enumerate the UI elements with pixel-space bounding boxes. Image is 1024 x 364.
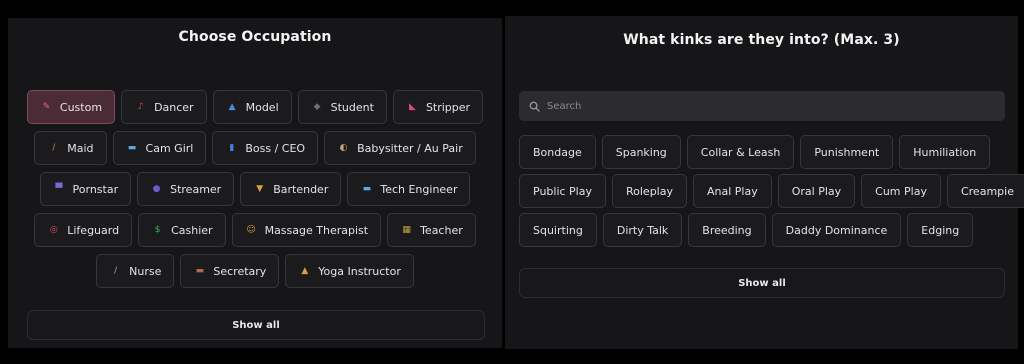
occupation-chip-student[interactable]: ◆ Student	[297, 90, 387, 124]
occupation-chip-label: Boss / CEO	[245, 141, 306, 155]
search-field[interactable]	[519, 91, 1005, 121]
kink-chip-squirting[interactable]: Squirting	[519, 213, 597, 247]
occupation-chip-label: Cam Girl	[145, 141, 194, 155]
money-icon: $	[154, 224, 161, 235]
occupation-chip-label: Student	[330, 100, 374, 114]
occupation-row: / Nurse ▬ Secretary ▲ Yoga Instructor	[8, 254, 502, 288]
occupation-chip-cashier[interactable]: $ Cashier	[138, 213, 226, 247]
occupation-chip-yoga-instructor[interactable]: ▲ Yoga Instructor	[285, 254, 414, 288]
high-heel-icon: ◣	[408, 101, 416, 112]
clapper-board-icon: ▀	[55, 183, 63, 194]
kink-chip-daddy-dominance[interactable]: Daddy Dominance	[771, 213, 902, 247]
occupation-chip-model[interactable]: ▲ Model	[212, 90, 292, 124]
laptop-icon: ▬	[127, 142, 137, 153]
occupation-chip-cam-girl[interactable]: ▬ Cam Girl	[112, 131, 207, 165]
occupation-panel: Choose Occupation ✎ Custom ♪ Dancer ▲ Model ◆ S…	[8, 18, 502, 348]
occupation-chip-label: Massage Therapist	[264, 223, 369, 237]
occupation-chip-massage-therapist[interactable]: ☺ Massage Therapist	[231, 213, 382, 247]
kink-chip-punishment[interactable]: Punishment	[800, 135, 894, 169]
occupation-chip-label: Dancer	[154, 100, 194, 114]
massage-icon: ☺	[246, 224, 256, 235]
lifebuoy-icon: ◎	[49, 224, 58, 235]
occupation-chip-dancer[interactable]: ♪ Dancer	[121, 90, 207, 124]
kink-chip-breeding[interactable]: Breeding	[688, 213, 766, 247]
occupation-chip-label: Lifeguard	[67, 223, 120, 237]
magic-wand-icon: ✎	[42, 101, 51, 112]
occupation-chip-teacher[interactable]: ▦ Teacher	[387, 213, 476, 247]
occupation-chip-tech-engineer[interactable]: ▬ Tech Engineer	[347, 172, 471, 206]
kink-chip-oral-play[interactable]: Oral Play	[777, 174, 856, 208]
kink-chip-collar-leash[interactable]: Collar & Leash	[686, 135, 795, 169]
dancer-icon: ♪	[137, 101, 144, 112]
kinks-title: What kinks are they into? (Max. 3)	[623, 32, 900, 48]
yoga-icon: ▲	[301, 265, 309, 276]
game-controller-icon: ●	[152, 183, 161, 194]
occupation-chip-label: Babysitter / Au Pair	[357, 141, 463, 155]
kink-chip-dirty-talk[interactable]: Dirty Talk	[602, 213, 683, 247]
occupation-chip-custom[interactable]: ✎ Custom	[26, 90, 116, 124]
occupation-chip-boss-ceo[interactable]: ▮ Boss / CEO	[212, 131, 319, 165]
occupation-chip-bartender[interactable]: ▼ Bartender	[240, 172, 342, 206]
occupation-chip-secretary[interactable]: ▬ Secretary	[180, 254, 280, 288]
kinks-show-all-button[interactable]: Show all	[519, 268, 1005, 298]
kink-row: Squirting Dirty Talk Breeding Daddy Dominan…	[519, 213, 1008, 247]
chalkboard-icon: ▦	[402, 224, 411, 235]
search-icon	[529, 101, 540, 112]
occupation-chip-label: Secretary	[213, 264, 267, 278]
kinks-panel: What kinks are they into? (Max. 3) Bonda…	[505, 16, 1024, 349]
occupation-chip-label: Cashier	[171, 223, 213, 237]
kink-chip-anal-play[interactable]: Anal Play	[693, 174, 772, 208]
occupation-chip-label: Tech Engineer	[380, 182, 458, 196]
occupation-chip-nurse[interactable]: / Nurse	[96, 254, 175, 288]
occupation-row: ▀ Pornstar ● Streamer ▼ Bartender ▬ Tech Engine…	[8, 172, 502, 206]
occupation-show-all-button[interactable]: Show all	[27, 310, 485, 340]
kink-chip-edging[interactable]: Edging	[907, 213, 974, 247]
occupation-chip-label: Yoga Instructor	[318, 264, 401, 278]
occupation-chip-label: Streamer	[170, 182, 222, 196]
kink-row: Bondage Spanking Collar & Leash Punishment H…	[519, 135, 1008, 169]
kink-chip-creampie[interactable]: Creampie	[946, 174, 1024, 208]
office-building-icon: ▮	[229, 142, 235, 153]
occupation-chip-label: Bartender	[273, 182, 329, 196]
graduation-cap-icon: ◆	[313, 101, 321, 112]
occupation-chip-stripper[interactable]: ◣ Stripper	[392, 90, 484, 124]
occupation-chip-babysitter-au-pair[interactable]: ◐ Babysitter / Au Pair	[324, 131, 476, 165]
occupation-chip-maid[interactable]: / Maid	[34, 131, 107, 165]
kink-chip-public-play[interactable]: Public Play	[519, 174, 606, 208]
baby-bottle-icon: ◐	[339, 142, 348, 153]
kink-chip-humiliation[interactable]: Humiliation	[899, 135, 991, 169]
occupation-chip-label: Teacher	[420, 223, 463, 237]
cocktail-glass-icon: ▼	[256, 183, 264, 194]
search-input[interactable]	[547, 100, 987, 112]
syringe-icon: /	[114, 265, 118, 276]
computer-icon: ▬	[362, 183, 372, 194]
occupation-row: ◎ Lifeguard $ Cashier ☺ Massage Therapist ▦ Tea…	[8, 213, 502, 247]
occupation-chip-lifeguard[interactable]: ◎ Lifeguard	[34, 213, 133, 247]
kink-chip-roleplay[interactable]: Roleplay	[612, 174, 687, 208]
occupation-chip-pornstar[interactable]: ▀ Pornstar	[39, 172, 132, 206]
occupation-chip-label: Nurse	[129, 264, 162, 278]
kink-row: Public Play Roleplay Anal Play Oral Play Cum…	[519, 174, 1024, 208]
occupation-chip-label: Stripper	[425, 100, 471, 114]
briefcase-icon: ▬	[195, 265, 205, 276]
occupation-chip-streamer[interactable]: ● Streamer	[137, 172, 235, 206]
broom-icon: /	[52, 142, 56, 153]
kink-chip-spanking[interactable]: Spanking	[601, 135, 681, 169]
occupation-row: ✎ Custom ♪ Dancer ▲ Model ◆ Student ◣ Stripper	[8, 90, 502, 124]
kink-chip-cum-play[interactable]: Cum Play	[861, 174, 941, 208]
dress-icon: ▲	[228, 101, 236, 112]
occupation-chip-label: Custom	[59, 100, 103, 114]
occupation-chip-label: Pornstar	[72, 182, 119, 196]
occupation-row: / Maid ▬ Cam Girl ▮ Boss / CEO ◐ Babysitter / A…	[8, 131, 502, 165]
occupation-title: Choose Occupation	[178, 29, 332, 45]
kink-chip-bondage[interactable]: Bondage	[519, 135, 596, 169]
occupation-chip-label: Maid	[67, 141, 94, 155]
occupation-chip-label: Model	[245, 100, 279, 114]
